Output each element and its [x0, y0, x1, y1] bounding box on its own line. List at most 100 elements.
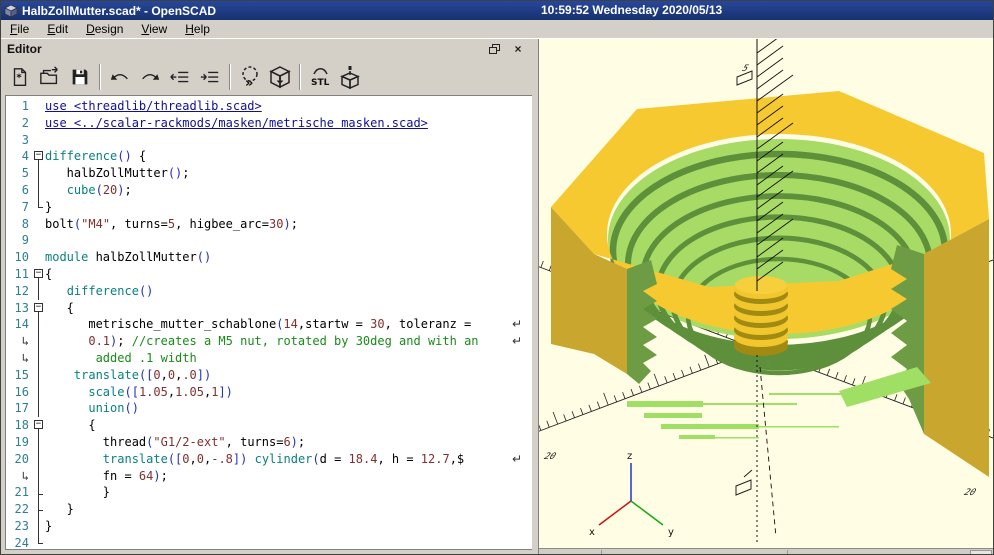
menu-file[interactable]: File — [1, 20, 38, 38]
window-title: HalbZollMutter.scad* - OpenSCAD — [22, 4, 216, 18]
line-number: 10 — [6, 249, 32, 266]
line-number: 9 — [6, 232, 32, 249]
dock-float-button[interactable] — [486, 42, 502, 56]
fold-column — [32, 283, 45, 300]
save-file-button[interactable] — [65, 63, 95, 91]
code-text: use <../scalar-rackmods/masken/metrische… — [45, 115, 532, 132]
code-row: ↳ added .1 width — [6, 350, 532, 367]
editor-dock-header[interactable]: Editor × — [1, 39, 532, 59]
line-number: 12 — [6, 283, 32, 300]
menu-help[interactable]: Help — [176, 20, 219, 38]
new-file-button[interactable]: * — [5, 63, 35, 91]
code-text: 0.1); //creates a M5 nut, rotated by 30d… — [45, 333, 532, 350]
code-row: 24 — [6, 535, 532, 550]
code-text: { — [45, 266, 532, 283]
line-number: 19 — [6, 434, 32, 451]
code-row: 10 module halbZollMutter() — [6, 249, 532, 266]
axis-z-label: z — [627, 451, 632, 462]
3d-scene: 5 20 20 x y z — [539, 39, 994, 548]
code-row: ↳ 0.1); //creates a M5 nut, rotated by 3… — [6, 333, 532, 350]
fold-column — [32, 434, 45, 451]
code-row: 21 } — [6, 484, 532, 501]
wrap-marker: ↳ — [6, 350, 32, 367]
render-button[interactable] — [265, 63, 295, 91]
line-number: 11 — [6, 266, 32, 283]
code-row: 13− { — [6, 300, 532, 317]
unindent-button[interactable] — [165, 63, 195, 91]
menu-view[interactable]: View — [132, 20, 176, 38]
fold-column — [32, 535, 45, 550]
code-row: 9 — [6, 232, 532, 249]
fold-column — [32, 249, 45, 266]
line-number: 16 — [6, 384, 32, 401]
fold-column — [32, 98, 45, 115]
code-editor[interactable]: 1use <threadlib/threadlib.scad>2use <../… — [5, 95, 532, 550]
preview-button[interactable]: » — [235, 63, 265, 91]
code-text: added .1 width — [45, 350, 532, 367]
3d-viewport[interactable]: 5 20 20 x y z — [539, 39, 994, 548]
fold-column — [32, 501, 45, 518]
fold-column — [32, 132, 45, 149]
code-text: thread("G1/2-ext", turns=6); — [45, 434, 532, 451]
fold-column — [32, 199, 45, 216]
fold-column[interactable]: − — [32, 266, 45, 283]
export-stl-button[interactable]: STL — [305, 63, 335, 91]
line-number: 17 — [6, 400, 32, 417]
code-text: difference() — [45, 283, 532, 300]
fold-column — [32, 115, 45, 132]
wrap-marker: ↳ — [6, 333, 32, 350]
fold-column[interactable]: − — [32, 417, 45, 434]
line-number: 14 — [6, 316, 32, 333]
code-text: difference() { — [45, 148, 532, 165]
menu-edit[interactable]: Edit — [38, 20, 77, 38]
line-number: 6 — [6, 182, 32, 199]
scrollbar-thumb[interactable] — [970, 550, 992, 555]
viewport-scrollbar[interactable] — [539, 548, 994, 555]
redo-button[interactable] — [135, 63, 165, 91]
toolbar-separator — [299, 64, 301, 90]
code-text: } — [45, 501, 532, 518]
code-row: 23} — [6, 518, 532, 535]
code-text — [45, 132, 532, 149]
fold-column — [32, 232, 45, 249]
line-number: 1 — [6, 98, 32, 115]
line-number: 13 — [6, 300, 32, 317]
code-row: 4−difference() { — [6, 148, 532, 165]
title-bar[interactable]: HalbZollMutter.scad* - OpenSCAD 10:59:52… — [1, 1, 993, 20]
view-cube-button[interactable] — [335, 63, 365, 91]
code-row: 17 union() — [6, 400, 532, 417]
fold-column — [32, 400, 45, 417]
fold-column — [32, 451, 45, 468]
svg-text:STL: STL — [311, 78, 330, 88]
fold-column[interactable]: − — [32, 300, 45, 317]
line-number: 8 — [6, 216, 32, 233]
code-row: 19 thread("G1/2-ext", turns=6); — [6, 434, 532, 451]
line-number: 21 — [6, 484, 32, 501]
code-text: translate([0,0,.0]) — [45, 367, 532, 384]
axis-x-label: x — [589, 527, 595, 538]
code-row: 14 metrische_mutter_schablone(14,startw … — [6, 316, 532, 333]
openscad-window: HalbZollMutter.scad* - OpenSCAD 10:59:52… — [0, 0, 994, 555]
svg-text:»: » — [245, 76, 253, 89]
line-number: 20 — [6, 451, 32, 468]
fold-column — [32, 216, 45, 233]
code-row: 6 cube(20); — [6, 182, 532, 199]
editor-panel-title: Editor — [7, 42, 42, 56]
code-row: 12 difference() — [6, 283, 532, 300]
dock-close-button[interactable]: × — [510, 42, 526, 56]
undo-button[interactable] — [105, 63, 135, 91]
open-file-button[interactable] — [35, 63, 65, 91]
line-number: 23 — [6, 518, 32, 535]
titlebar-clock: 10:59:52 Wednesday 2020/05/13 — [541, 3, 722, 17]
fold-column — [32, 367, 45, 384]
code-text: module halbZollMutter() — [45, 249, 532, 266]
fold-column — [32, 182, 45, 199]
menu-design[interactable]: Design — [77, 20, 132, 38]
code-row: 15 translate([0,0,.0]) — [6, 367, 532, 384]
eol-wrap-marker: ↵ — [512, 333, 522, 350]
fold-column[interactable]: − — [32, 148, 45, 165]
panel-splitter[interactable] — [532, 39, 539, 554]
line-number: 4 — [6, 148, 32, 165]
center-bolt — [734, 276, 788, 356]
indent-button[interactable] — [195, 63, 225, 91]
